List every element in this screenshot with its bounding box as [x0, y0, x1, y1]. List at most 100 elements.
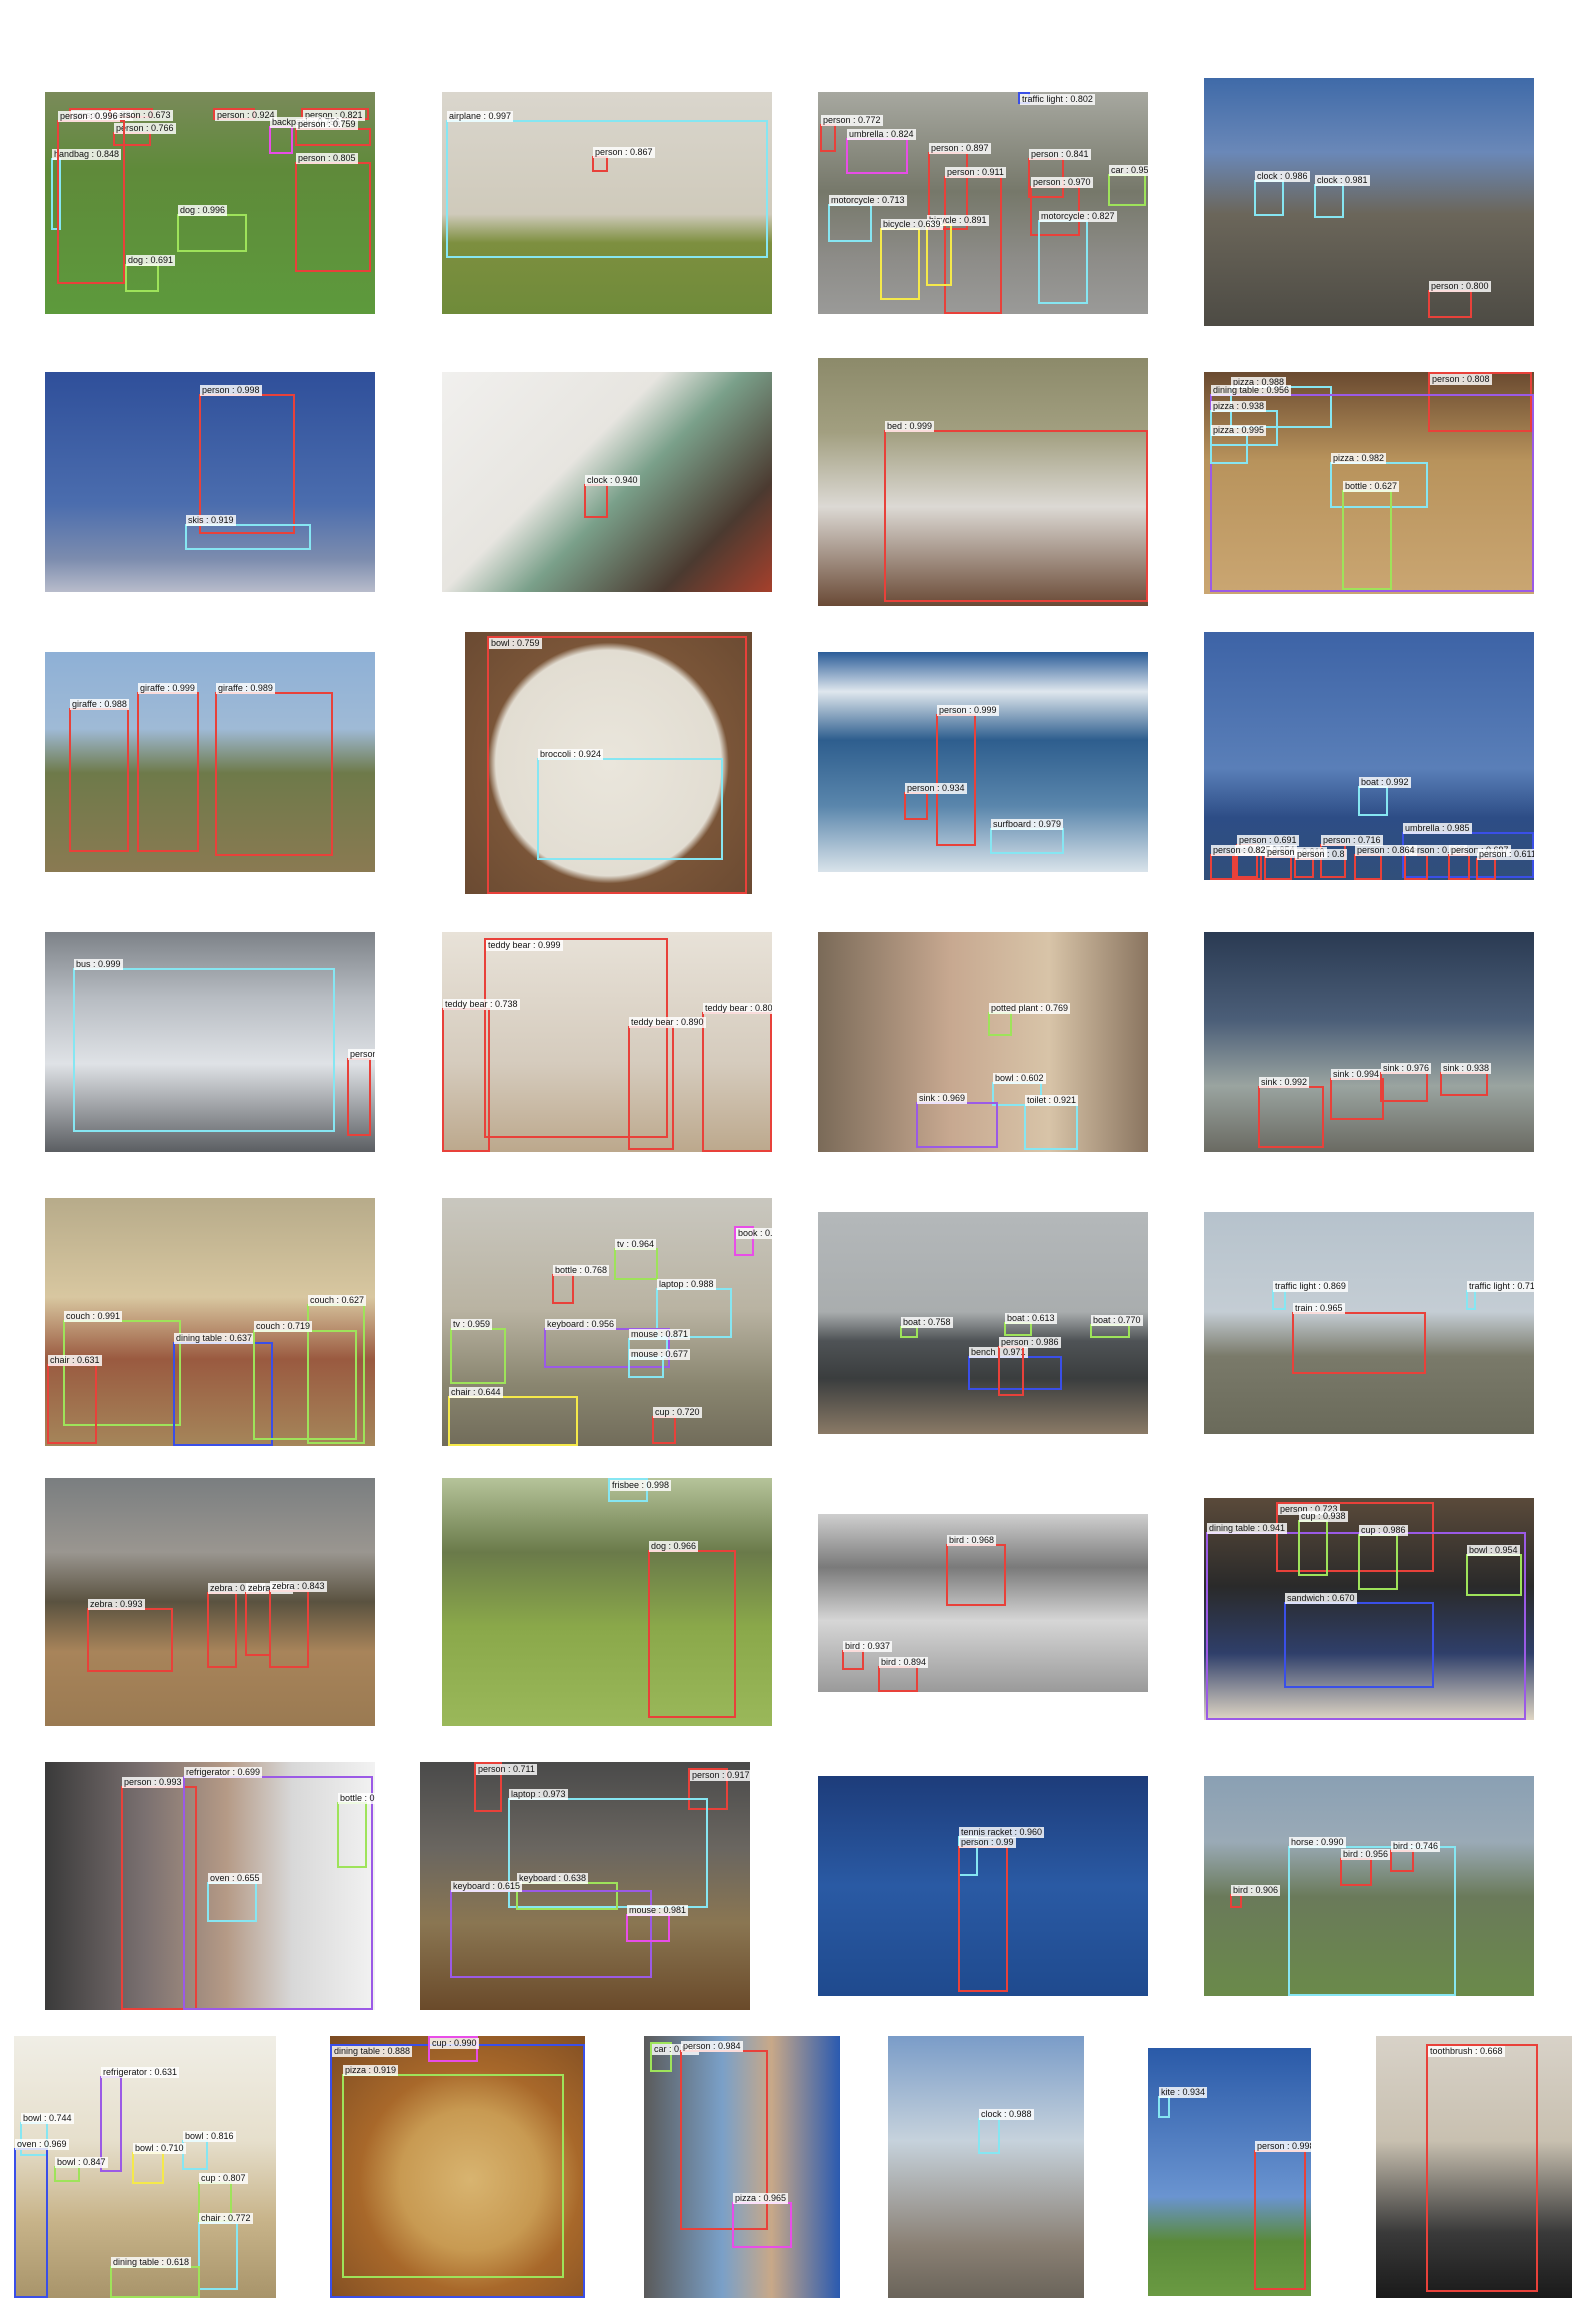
bounding-box: broccoli : 0.924: [537, 749, 723, 860]
detection-image-r7c3: tennis racket : 0.960 person : 0.99: [818, 1776, 1148, 1996]
detection-image-r2c3: bed : 0.999: [818, 358, 1148, 606]
bounding-box: person : 0.999: [936, 705, 999, 846]
bounding-box: bicycle : 0.891: [926, 215, 989, 286]
bounding-box: cup : 0.720: [652, 1407, 702, 1444]
detection-image-r3c3: person : 0.999 person : 0.934 surfboard : …: [818, 652, 1148, 872]
detection-label: person : 0.864: [1355, 845, 1417, 856]
bounding-box: giraffe : 0.988: [69, 699, 129, 852]
detection-image-r2c4: person : 0.808 pizza : 0.988 dining table …: [1204, 372, 1534, 594]
bounding-box: boat : 0.613: [1004, 1313, 1057, 1336]
detection-label: oven : 0.655: [208, 1873, 262, 1884]
detection-label: clock : 0.988: [979, 2109, 1034, 2120]
detection-label: bus : 0.999: [74, 959, 123, 970]
detection-image-r3c4: boat : 0.992 umbrella : 0.985 person : 0.6…: [1204, 632, 1534, 880]
detection-label: person : 0.996: [58, 111, 120, 122]
detection-label: sink : 0.969: [917, 1093, 968, 1104]
detection-label: bird : 0.746: [1391, 1841, 1441, 1852]
detection-label: person : 0.897: [929, 143, 991, 154]
detection-label: boat : 0.613: [1005, 1313, 1057, 1324]
detection-label: dog : 0.691: [126, 255, 176, 266]
detection-label: boat : 0.992: [1359, 777, 1411, 788]
detection-label: giraffe : 0.989: [216, 683, 275, 694]
bounding-box: airplane : 0.997: [446, 111, 768, 258]
detection-label: motorcycle : 0.827: [1039, 211, 1117, 222]
detection-image-r8c3: car : 0.816 person : 0.984 pizza : 0.965: [644, 2036, 840, 2298]
detection-image-r3c2: bowl : 0.759 broccoli : 0.924: [465, 632, 752, 894]
detection-image-r5c3: boat : 0.758 boat : 0.613 boat : 0.770 benc…: [818, 1212, 1148, 1434]
bounding-box: person : 0.8: [1294, 849, 1347, 878]
detection-label: person : 0.800: [1429, 281, 1491, 292]
bounding-box: sink : 0.938: [1440, 1063, 1492, 1096]
detection-label: car : 0.957: [1109, 165, 1148, 176]
detection-image-r3c1: giraffe : 0.988 giraffe : 0.999 giraffe : …: [45, 652, 375, 872]
bounding-box: giraffe : 0.999: [137, 683, 199, 852]
detection-label: toilet : 0.921: [1025, 1095, 1079, 1106]
bounding-box: mouse : 0.677: [628, 1349, 691, 1378]
detection-label: couch : 0.719: [254, 1321, 313, 1332]
bounding-box: tv : 0.959: [450, 1319, 506, 1384]
bounding-box: zebra : 0.993: [87, 1599, 173, 1672]
detection-image-r6c2: frisbee : 0.998 dog : 0.966: [442, 1478, 772, 1726]
bounding-box: skis : 0.919: [185, 515, 311, 550]
detection-label: dining table : 0.888: [332, 2046, 413, 2057]
detection-label: person : 0.993: [122, 1777, 184, 1788]
detection-image-r8c1: refrigerator : 0.631 bowl : 0.744 bowl : 0…: [14, 2036, 276, 2298]
bounding-box: sink : 0.994: [1330, 1069, 1384, 1120]
bounding-box: clock : 0.981: [1314, 175, 1370, 218]
detection-label: bottle : 0.768: [553, 1265, 610, 1276]
bounding-box: person : 0.869: [347, 1049, 375, 1136]
bounding-box: traffic light : 0.802: [1018, 92, 1095, 105]
bounding-box: chair : 0.644: [448, 1387, 578, 1446]
detection-label: bottle : 0.962: [338, 1793, 375, 1804]
detection-label: surfboard : 0.979: [991, 819, 1064, 830]
detection-label: clock : 0.986: [1255, 171, 1310, 182]
detection-image-r4c1: bus : 0.999 person : 0.869: [45, 932, 375, 1152]
detection-label: person : 0.986: [999, 1337, 1061, 1348]
detection-label: bowl : 0.744: [21, 2113, 74, 2124]
bounding-box: person : 0.99: [958, 1837, 1016, 1992]
bounding-box: person : 0.854: [1234, 845, 1297, 880]
bounding-box: zebra : 0.843: [269, 1581, 327, 1668]
detection-label: horse : 0.990: [1289, 1837, 1346, 1848]
bounding-box: car : 0.816: [650, 2042, 699, 2072]
detection-label: cup : 0.986: [1359, 1525, 1408, 1536]
bounding-box: toilet : 0.921: [1024, 1095, 1079, 1150]
bounding-box: traffic light : 0.713: [1466, 1281, 1534, 1310]
detection-label: pizza : 0.938: [1211, 401, 1267, 412]
bounding-box: chair : 0.772: [198, 2213, 253, 2290]
bounding-box: potted plant : 0.769: [988, 1003, 1071, 1036]
detection-label: clock : 0.940: [585, 475, 640, 486]
detection-label: giraffe : 0.999: [138, 683, 197, 694]
detection-label: broccoli : 0.924: [538, 749, 604, 760]
detection-results-grid: person : 0.673person : 0.673person : 0.9…: [0, 0, 1588, 2308]
bounding-box: person : 0.998: [1254, 2141, 1311, 2290]
bounding-box: bird : 0.894: [878, 1657, 929, 1692]
detection-image-r8c5: kite : 0.934 person : 0.998: [1148, 2048, 1311, 2296]
detection-label: oven : 0.969: [15, 2139, 69, 2150]
detection-label: dining table : 0.618: [111, 2257, 192, 2268]
bounding-box: person : 0.611: [1476, 849, 1534, 880]
bounding-box: bed : 0.999: [884, 421, 1148, 602]
bounding-box: sink : 0.992: [1258, 1077, 1324, 1148]
bounding-box: dog : 0.966: [648, 1541, 736, 1718]
detection-label: umbrella : 0.824: [847, 129, 916, 140]
bounding-box: zebra : 0.998: [207, 1583, 265, 1668]
bounding-box: cup : 0.986: [1358, 1525, 1408, 1590]
detection-image-r6c4: person : 0.723 dining table : 0.941 cup : …: [1204, 1498, 1534, 1720]
bounding-box: car : 0.957: [1108, 165, 1148, 206]
detection-label: train : 0.965: [1293, 1303, 1345, 1314]
bounding-box: person : 0.759: [295, 119, 371, 146]
bounding-box: oven : 0.969: [14, 2139, 69, 2298]
bounding-box: sink : 0.969: [916, 1093, 998, 1148]
detection-label: tv : 0.964: [615, 1239, 657, 1250]
detection-label: toothbrush : 0.668: [1428, 2046, 1505, 2057]
bounding-box: person : 0.825: [1210, 845, 1273, 880]
detection-label: keyboard : 0.615: [451, 1881, 523, 1892]
detection-label: book : 0.611: [736, 1228, 772, 1239]
detection-label: chair : 0.772: [199, 2213, 253, 2224]
detection-label: person : 0.711: [476, 1764, 537, 1775]
detection-label: person : 0.759: [296, 119, 358, 130]
detection-label: bowl : 0.710: [133, 2143, 186, 2154]
detection-label: cup : 0.938: [1299, 1511, 1348, 1522]
detection-label: kite : 0.934: [1159, 2087, 1208, 2098]
